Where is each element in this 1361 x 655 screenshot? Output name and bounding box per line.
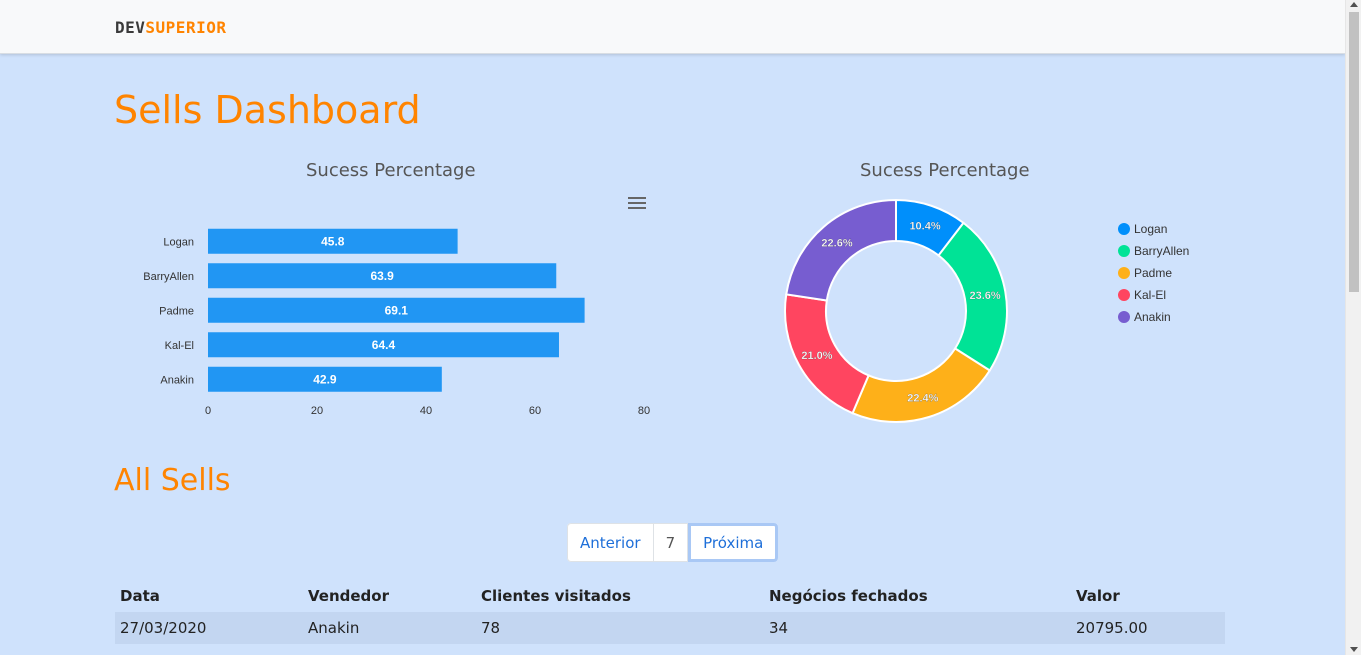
bar-category-label: Padme <box>159 305 194 317</box>
current-page-number: 7 <box>653 523 689 562</box>
donut-value-label: 21.0% <box>801 350 832 362</box>
bar-value-label: 64.4 <box>372 338 396 352</box>
donut-value-label: 10.4% <box>909 220 940 232</box>
bar-category-label: Anakin <box>160 374 194 386</box>
header-valor: Valor <box>1076 587 1120 605</box>
cell-data: 27/03/2020 <box>120 619 207 637</box>
table-header-row: Data Vendedor Clientes visitados Negócio… <box>115 578 1225 612</box>
bar-value-label: 63.9 <box>370 269 394 283</box>
brand-dev: DEV <box>115 18 146 37</box>
donut-slice-padme[interactable] <box>851 347 992 423</box>
sells-table: Data Vendedor Clientes visitados Negócio… <box>115 578 1225 644</box>
donut-value-label: 22.4% <box>907 392 938 404</box>
donut-value-label: 23.6% <box>970 290 1001 302</box>
section-title: All Sells <box>114 463 231 498</box>
x-tick-label: 0 <box>205 405 211 417</box>
bar-value-label: 42.9 <box>313 372 337 386</box>
brand-superior: SUPERIOR <box>145 18 227 37</box>
bar-chart-title: Sucess Percentage <box>306 160 476 181</box>
cell-negocios: 34 <box>769 619 789 637</box>
legend-label: BarryAllen <box>1134 244 1190 258</box>
legend-dot-icon <box>1118 311 1130 323</box>
bar-category-label: BarryAllen <box>143 271 194 283</box>
legend-item-padme[interactable]: Padme <box>1118 262 1189 284</box>
page-title: Sells Dashboard <box>114 88 421 132</box>
scroll-thumb[interactable] <box>1349 12 1359 292</box>
donut-slice-anakin[interactable] <box>785 198 897 302</box>
donut-chart: 10.4% 23.6% 22.4% 21.0% 22.6% <box>784 198 1008 423</box>
legend-item-logan[interactable]: Logan <box>1118 218 1189 240</box>
legend-label: Kal-El <box>1134 288 1167 302</box>
pagination: Anterior 7 Próxima <box>567 523 779 562</box>
legend-dot-icon <box>1118 267 1130 279</box>
legend-item-anakin[interactable]: Anakin <box>1118 306 1189 328</box>
navbar: DEVSUPERIOR <box>0 0 1345 54</box>
x-tick-label: 40 <box>420 405 432 417</box>
donut-chart-title: Sucess Percentage <box>860 160 1030 181</box>
cell-vendedor: Anakin <box>308 619 360 637</box>
previous-page-button[interactable]: Anterior <box>567 523 654 562</box>
header-data: Data <box>120 587 160 605</box>
x-tick-label: 80 <box>638 405 650 417</box>
next-page-button[interactable]: Próxima <box>688 523 779 562</box>
bar-value-label: 45.8 <box>321 234 345 248</box>
legend-dot-icon <box>1118 245 1130 257</box>
legend-label: Logan <box>1134 222 1168 236</box>
bar-value-label: 69.1 <box>385 303 409 317</box>
table-row: 27/03/2020 Anakin 78 34 20795.00 <box>115 612 1225 644</box>
legend-label: Anakin <box>1134 310 1171 324</box>
vertical-scrollbar[interactable] <box>1345 0 1361 655</box>
bar-category-label: Kal-El <box>165 340 194 352</box>
header-vendedor: Vendedor <box>308 587 389 605</box>
legend-label: Padme <box>1134 266 1173 280</box>
scroll-down-arrow-icon[interactable] <box>1350 647 1358 652</box>
cell-valor: 20795.00 <box>1076 619 1148 637</box>
brand-logo[interactable]: DEVSUPERIOR <box>115 18 226 37</box>
cell-clientes: 78 <box>481 619 501 637</box>
scroll-up-arrow-icon[interactable] <box>1350 2 1358 7</box>
bar-category-label: Logan <box>163 236 194 248</box>
legend-dot-icon <box>1118 223 1130 235</box>
legend-item-kal-el[interactable]: Kal-El <box>1118 284 1189 306</box>
x-tick-label: 20 <box>311 405 323 417</box>
legend-item-barryallen[interactable]: BarryAllen <box>1118 240 1189 262</box>
donut-value-label: 22.6% <box>821 237 852 249</box>
legend-dot-icon <box>1118 289 1130 301</box>
header-clientes: Clientes visitados <box>481 587 631 605</box>
x-tick-label: 60 <box>529 405 541 417</box>
header-negocios: Negócios fechados <box>769 587 928 605</box>
donut-legend: Logan BarryAllen Padme Kal-El Anakin <box>1118 218 1189 328</box>
bar-chart: Logan 45.8 BarryAllen 63.9 Padme 69.1 Kal-El 64… <box>143 228 650 417</box>
